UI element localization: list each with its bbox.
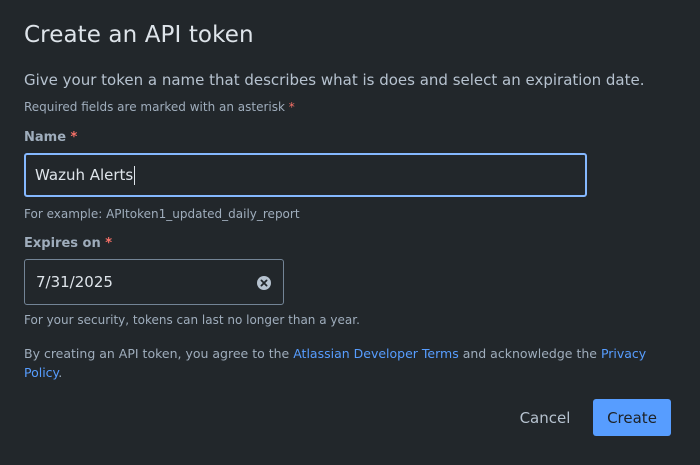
dialog-title: Create an API token xyxy=(24,22,254,48)
expires-date-value: 7/31/2025 xyxy=(36,273,113,291)
expires-date-picker[interactable]: 7/31/2025 xyxy=(24,259,284,305)
text-caret xyxy=(134,165,136,185)
required-asterisk: * xyxy=(288,100,295,114)
terms-prefix: By creating an API token, you agree to t… xyxy=(24,346,294,361)
terms-middle: and acknowledge the xyxy=(458,346,601,361)
dialog-description: Give your token a name that describes wh… xyxy=(24,71,645,89)
terms-notice: By creating an API token, you agree to t… xyxy=(24,344,664,382)
name-required-asterisk: * xyxy=(70,130,78,145)
clear-date-icon[interactable] xyxy=(257,275,271,290)
name-label-text: Name xyxy=(24,130,67,145)
name-input[interactable]: Wazuh Alerts xyxy=(24,153,587,197)
expires-label-text: Expires on xyxy=(24,236,101,251)
create-api-token-dialog: Create an API token Give your token a na… xyxy=(0,0,700,465)
name-label: Name * xyxy=(24,130,77,145)
name-input-value: Wazuh Alerts xyxy=(35,166,134,184)
name-helper-text: For example: APItoken1_updated_daily_rep… xyxy=(24,207,300,221)
required-fields-note: Required fields are marked with an aster… xyxy=(24,100,295,114)
create-button[interactable]: Create xyxy=(593,399,671,436)
terms-suffix: . xyxy=(58,365,63,380)
required-note-text: Required fields are marked with an aster… xyxy=(24,100,285,114)
developer-terms-link[interactable]: Atlassian Developer Terms xyxy=(293,346,459,361)
expires-label: Expires on * xyxy=(24,236,112,251)
expires-required-asterisk: * xyxy=(105,236,113,251)
cancel-button[interactable]: Cancel xyxy=(508,401,582,435)
expires-helper-text: For your security, tokens can last no lo… xyxy=(24,313,360,327)
